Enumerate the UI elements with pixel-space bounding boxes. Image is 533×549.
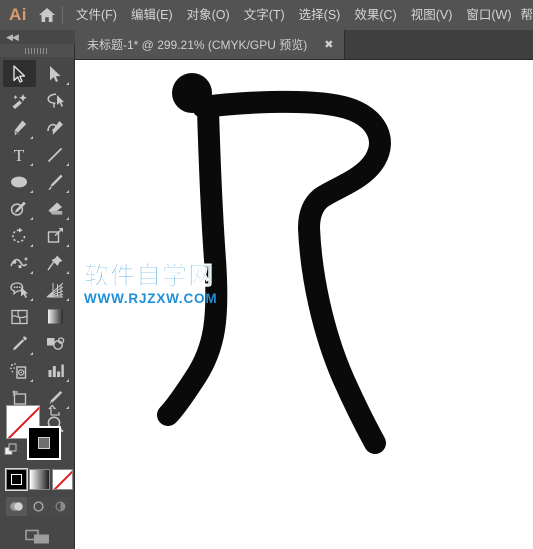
tools-grid: T	[0, 57, 74, 438]
blend-tool[interactable]	[39, 330, 72, 357]
watermark: 软件自学网 WWW.RJZXW.COM	[84, 262, 217, 307]
tool-flyout-indicator-icon	[29, 298, 33, 301]
tool-flyout-indicator-icon	[29, 163, 33, 166]
screen-mode-button[interactable]	[0, 524, 75, 549]
color-mode-inner	[11, 474, 22, 485]
eyedropper-tool[interactable]	[3, 330, 36, 357]
close-icon[interactable]: ✖	[319, 38, 338, 52]
selection-tool[interactable]	[2, 60, 36, 87]
width-tool[interactable]	[3, 249, 36, 276]
tools-panel: ◀◀ T	[0, 30, 75, 549]
menu-window[interactable]: 窗口(W)	[459, 0, 518, 30]
pen-tool[interactable]	[3, 114, 36, 141]
tool-flyout-indicator-icon	[29, 217, 33, 220]
menu-view[interactable]: 视图(V)	[404, 0, 460, 30]
tool-flyout-indicator-icon	[29, 271, 33, 274]
shaper-tool[interactable]	[3, 195, 36, 222]
menu-object[interactable]: 对象(O)	[180, 0, 237, 30]
ellipse-tool[interactable]	[3, 168, 36, 195]
gradient-mode-button[interactable]	[29, 469, 50, 490]
panel-drag-handle[interactable]	[0, 44, 74, 57]
stroke-swatch-center	[38, 437, 50, 449]
chevron-double-left-icon: ◀◀	[6, 31, 19, 42]
menu-help-truncated[interactable]: 帮	[518, 0, 533, 30]
tool-flyout-indicator-icon	[29, 244, 33, 247]
menu-file[interactable]: 文件(F)	[69, 0, 124, 30]
draw-normal-button[interactable]	[6, 497, 27, 516]
menu-select[interactable]: 选择(S)	[292, 0, 348, 30]
gradient-tool[interactable]	[39, 303, 72, 330]
app-logo: Ai	[9, 5, 27, 24]
eraser-tool[interactable]	[39, 195, 72, 222]
paint-mode-buttons	[5, 468, 73, 491]
type-tool[interactable]: T	[3, 141, 36, 168]
home-icon[interactable]	[36, 0, 58, 30]
mesh-tool[interactable]	[3, 303, 36, 330]
watermark-url-text: WWW.RJZXW.COM	[84, 291, 218, 306]
swap-fill-stroke-icon[interactable]	[48, 404, 62, 423]
tool-flyout-indicator-icon	[65, 271, 69, 274]
draw-inside-button[interactable]	[50, 497, 71, 516]
paintbrush-tool[interactable]	[39, 168, 72, 195]
document-tab-title: 未标题-1* @ 299.21% (CMYK/GPU 预览)	[87, 38, 308, 52]
collapse-panel-button[interactable]: ◀◀	[0, 30, 75, 44]
grip-dots-icon	[25, 47, 49, 54]
tool-flyout-indicator-icon	[65, 163, 69, 166]
rotate-tool[interactable]	[3, 222, 36, 249]
column-graph-tool[interactable]	[39, 357, 72, 384]
tool-flyout-indicator-icon	[29, 190, 33, 193]
none-slash-icon	[53, 470, 72, 489]
menu-type[interactable]: 文字(T)	[237, 0, 292, 30]
menu-divider	[62, 6, 63, 24]
perspective-grid-tool[interactable]	[39, 276, 72, 303]
curvature-tool[interactable]	[39, 114, 72, 141]
default-fill-stroke-icon[interactable]	[4, 443, 18, 462]
scale-tool[interactable]	[39, 222, 72, 249]
svg-text:T: T	[14, 146, 25, 164]
menu-bar: Ai 文件(F) 编辑(E) 对象(O) 文字(T) 选择(S) 效果(C) 视…	[0, 0, 533, 30]
tool-flyout-indicator-icon	[65, 244, 69, 247]
illustrator-window: Ai 文件(F) 编辑(E) 对象(O) 文字(T) 选择(S) 效果(C) 视…	[0, 0, 533, 549]
direct-selection-tool[interactable]	[39, 60, 72, 87]
symbol-sprayer-tool[interactable]	[3, 357, 36, 384]
stroke-dot	[172, 73, 212, 113]
tool-flyout-indicator-icon	[65, 217, 69, 220]
tool-flyout-indicator-icon	[65, 298, 69, 301]
lasso-tool[interactable]	[39, 87, 72, 114]
artboard-canvas[interactable]: 软件自学网 WWW.RJZXW.COM	[75, 60, 533, 549]
shape-builder-tool[interactable]	[3, 276, 36, 303]
none-mode-button[interactable]	[52, 469, 73, 490]
tool-flyout-indicator-icon	[65, 82, 69, 85]
tool-flyout-indicator-icon	[65, 190, 69, 193]
tool-flyout-indicator-icon	[65, 379, 69, 382]
tool-flyout-indicator-icon	[29, 136, 33, 139]
menu-effect[interactable]: 效果(C)	[347, 0, 403, 30]
document-tab[interactable]: 未标题-1* @ 299.21% (CMYK/GPU 预览) ✖	[75, 30, 346, 59]
color-controls	[0, 402, 75, 549]
line-segment-tool[interactable]	[39, 141, 72, 168]
tool-flyout-indicator-icon	[29, 379, 33, 382]
menu-edit[interactable]: 编辑(E)	[124, 0, 180, 30]
watermark-cn-text: 软件自学网	[84, 262, 215, 291]
free-transform-tool[interactable]	[39, 249, 72, 276]
document-tab-bar: 未标题-1* @ 299.21% (CMYK/GPU 预览) ✖	[75, 30, 533, 60]
magic-wand-tool[interactable]	[3, 87, 36, 114]
drawing-mode-buttons	[6, 497, 71, 516]
tool-flyout-indicator-icon	[29, 352, 33, 355]
color-mode-button[interactable]	[5, 468, 28, 491]
draw-behind-button[interactable]	[28, 497, 49, 516]
stroke-swatch[interactable]	[27, 426, 61, 460]
